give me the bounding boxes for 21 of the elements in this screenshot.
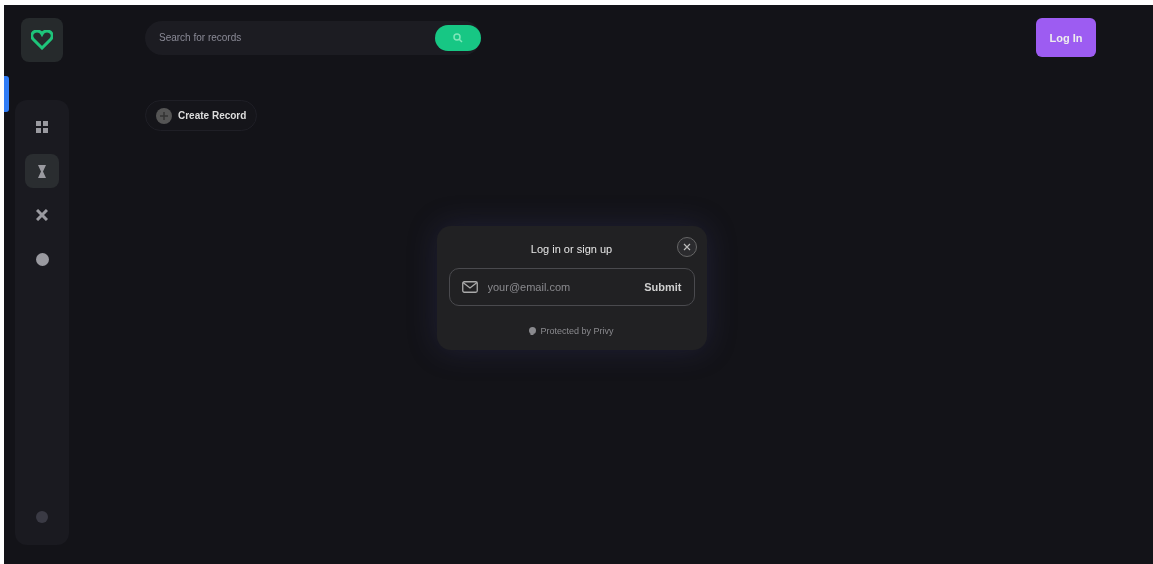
close-icon (682, 243, 691, 251)
heart-icon (31, 30, 53, 50)
grid-icon (36, 121, 48, 133)
cross-icon (36, 209, 48, 221)
email-field[interactable]: your@email.com (485, 280, 637, 294)
dialog-title: Log in or sign up (529, 243, 614, 255)
active-indicator (4, 76, 9, 112)
privy-logo-icon (529, 327, 537, 335)
hourglass-icon (38, 164, 46, 178)
search-button[interactable] (435, 24, 481, 51)
envelope-icon (461, 281, 478, 293)
sidebar-item[interactable] (25, 154, 59, 188)
footer-text: Protected by Privy (540, 326, 614, 336)
search-field[interactable]: Search for records (157, 31, 361, 44)
submit-button[interactable]: Submit (644, 281, 682, 293)
close-button[interactable] (676, 237, 697, 257)
logo[interactable] (21, 18, 63, 62)
search-icon (453, 32, 463, 43)
login-button[interactable]: Log In (1036, 18, 1096, 57)
plus-circle-icon (156, 107, 172, 124)
create-record-button[interactable]: Create Record (145, 100, 258, 131)
